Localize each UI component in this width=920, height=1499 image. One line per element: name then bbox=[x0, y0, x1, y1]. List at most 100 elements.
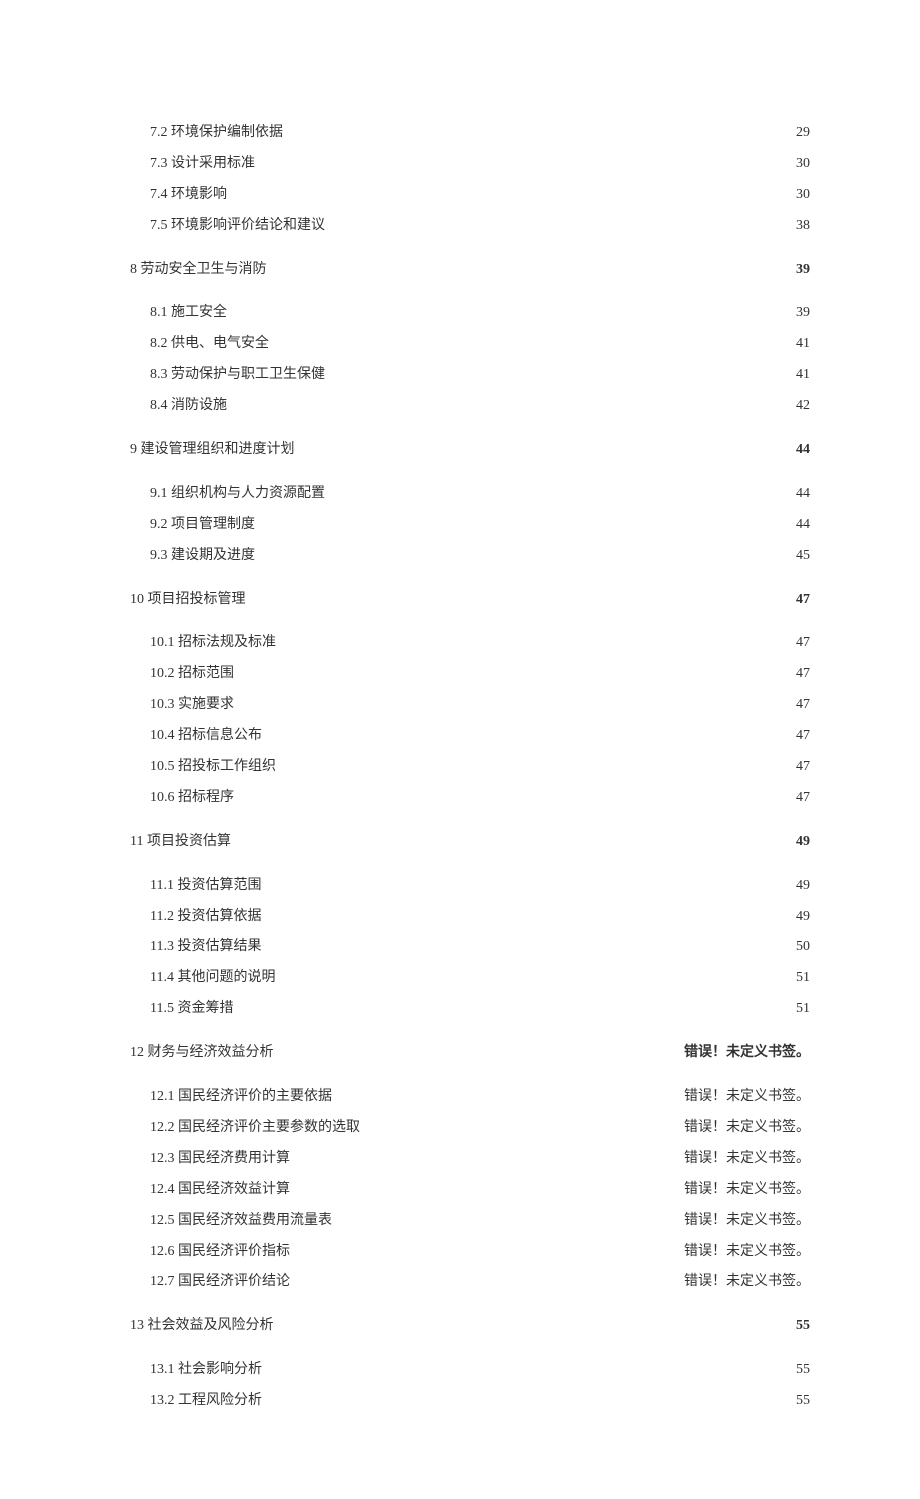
toc-leader-dots bbox=[231, 302, 792, 316]
toc-leader-dots bbox=[273, 333, 792, 347]
toc-page: 错误！未定义书签。 bbox=[684, 1269, 810, 1295]
toc-label: 8 劳动安全卫生与消防 bbox=[130, 257, 267, 283]
toc-label: 8.1 施工安全 bbox=[150, 300, 227, 326]
toc-entry: 10 项目招投标管理 47 bbox=[130, 587, 810, 613]
toc-page: 错误！未定义书签。 bbox=[684, 1146, 810, 1172]
toc-entry: 9.1 组织机构与人力资源配置 44 bbox=[150, 481, 810, 507]
toc-page: 49 bbox=[796, 873, 810, 899]
toc-entry: 12.7 国民经济评价结论 错误！未定义书签。 bbox=[150, 1269, 810, 1295]
toc-page: 44 bbox=[796, 481, 810, 507]
toc-page: 39 bbox=[796, 300, 810, 326]
toc-leader-dots bbox=[294, 1179, 680, 1193]
toc-entry: 9 建设管理组织和进度计划44 bbox=[130, 437, 810, 463]
toc-page: 错误！未定义书签。 bbox=[684, 1239, 810, 1265]
toc-leader-dots bbox=[266, 725, 792, 739]
toc-label: 10.5 招投标工作组织 bbox=[150, 754, 276, 780]
toc-page: 47 bbox=[796, 587, 810, 613]
toc-page: 45 bbox=[796, 543, 810, 569]
toc-entry: 11.2 投资估算依据49 bbox=[150, 904, 810, 930]
toc-leader-dots bbox=[259, 545, 792, 559]
toc-label: 12 财务与经济效益分析 bbox=[130, 1040, 274, 1066]
toc-label: 7.3 设计采用标准 bbox=[150, 151, 255, 177]
toc-leader-dots bbox=[266, 1359, 792, 1373]
toc-entry: 12 财务与经济效益分析 错误！未定义书签。 bbox=[130, 1040, 810, 1066]
toc-entry: 12.4 国民经济效益计算错误！未定义书签。 bbox=[150, 1177, 810, 1203]
toc-label: 7.2 环境保护编制依据 bbox=[150, 120, 283, 146]
toc-entry: 10.3 实施要求 47 bbox=[150, 692, 810, 718]
toc-label: 12.5 国民经济效益费用流量表 bbox=[150, 1208, 332, 1234]
toc-page: 29 bbox=[796, 120, 810, 146]
toc-leader-dots bbox=[278, 1315, 793, 1329]
toc-page: 55 bbox=[796, 1357, 810, 1383]
toc-label: 8.3 劳动保护与职工卫生保健 bbox=[150, 362, 325, 388]
toc-entry: 11.3 投资估算结果50 bbox=[150, 934, 810, 960]
toc-page: 错误！未定义书签。 bbox=[684, 1208, 810, 1234]
toc-entry: 13.2 工程风险分析55 bbox=[150, 1388, 810, 1414]
toc-page: 44 bbox=[796, 437, 810, 463]
toc-label: 11.1 投资估算范围 bbox=[150, 873, 261, 899]
toc-leader-dots bbox=[265, 906, 792, 920]
toc-label: 10 项目招投标管理 bbox=[130, 587, 246, 613]
toc-entry: 10.4 招标信息公布 47 bbox=[150, 723, 810, 749]
toc-entry: 10.2 招标范围47 bbox=[150, 661, 810, 687]
toc-leader-dots bbox=[336, 1210, 680, 1224]
toc-label: 10.3 实施要求 bbox=[150, 692, 234, 718]
toc-leader-dots bbox=[231, 184, 792, 198]
toc-entry: 7.4 环境影响30 bbox=[150, 182, 810, 208]
toc-leader-dots bbox=[294, 1241, 680, 1255]
toc-entry: 11 项目投资估算49 bbox=[130, 829, 810, 855]
toc-label: 11.2 投资估算依据 bbox=[150, 904, 261, 930]
toc-label: 13.1 社会影响分析 bbox=[150, 1357, 262, 1383]
toc-leader-dots bbox=[279, 967, 792, 981]
toc-page: 错误！未定义书签。 bbox=[684, 1084, 810, 1110]
toc-page: 50 bbox=[796, 934, 810, 960]
toc-entry: 8 劳动安全卫生与消防 39 bbox=[130, 257, 810, 283]
toc-label: 12.3 国民经济费用计算 bbox=[150, 1146, 290, 1172]
toc-label: 12.7 国民经济评价结论 bbox=[150, 1269, 290, 1295]
toc-page: 51 bbox=[796, 996, 810, 1022]
toc-leader-dots bbox=[250, 589, 793, 603]
toc-page: 47 bbox=[796, 754, 810, 780]
toc-page: 41 bbox=[796, 331, 810, 357]
toc-leader-dots bbox=[329, 215, 792, 229]
toc-entry: 7.3 设计采用标准30 bbox=[150, 151, 810, 177]
toc-page: 错误！未定义书签。 bbox=[684, 1115, 810, 1141]
toc-label: 10.2 招标范围 bbox=[150, 661, 234, 687]
toc-leader-dots bbox=[235, 831, 792, 845]
toc-page: 47 bbox=[796, 785, 810, 811]
toc-label: 8.4 消防设施 bbox=[150, 393, 227, 419]
toc-entry: 7.2 环境保护编制依据 29 bbox=[150, 120, 810, 146]
toc-leader-dots bbox=[280, 756, 792, 770]
toc-entry: 12.5 国民经济效益费用流量表 错误！未定义书签。 bbox=[150, 1208, 810, 1234]
toc-label: 13.2 工程风险分析 bbox=[150, 1388, 262, 1414]
toc-leader-dots bbox=[238, 694, 792, 708]
toc-leader-dots bbox=[280, 632, 792, 646]
toc-label: 11.4 其他问题的说明 bbox=[150, 965, 275, 991]
toc-page: 47 bbox=[796, 723, 810, 749]
toc-page: 错误！未定义书签。 bbox=[684, 1040, 810, 1066]
toc-entry: 9.3 建设期及进度 45 bbox=[150, 543, 810, 569]
toc-label: 10.4 招标信息公布 bbox=[150, 723, 262, 749]
toc-leader-dots bbox=[287, 122, 792, 136]
toc-leader-dots bbox=[259, 153, 792, 167]
toc-page: 39 bbox=[796, 257, 810, 283]
toc-page: 47 bbox=[796, 692, 810, 718]
toc-entry: 8.2 供电、电气安全 41 bbox=[150, 331, 810, 357]
toc-entry: 12.2 国民经济评价主要参数的选取 错误！未定义书签。 bbox=[150, 1115, 810, 1141]
toc-label: 9.3 建设期及进度 bbox=[150, 543, 255, 569]
toc-entry: 9.2 项目管理制度44 bbox=[150, 512, 810, 538]
toc-label: 9.1 组织机构与人力资源配置 bbox=[150, 481, 325, 507]
toc-entry: 13 社会效益及风险分析55 bbox=[130, 1313, 810, 1339]
toc-leader-dots bbox=[278, 1042, 681, 1056]
table-of-contents: 7.2 环境保护编制依据297.3 设计采用标准307.4 环境影响307.5 … bbox=[130, 120, 810, 1414]
toc-leader-dots bbox=[238, 787, 792, 801]
toc-label: 13 社会效益及风险分析 bbox=[130, 1313, 274, 1339]
toc-leader-dots bbox=[294, 1271, 680, 1285]
toc-label: 7.5 环境影响评价结论和建议 bbox=[150, 213, 325, 239]
toc-label: 8.2 供电、电气安全 bbox=[150, 331, 269, 357]
toc-label: 12.2 国民经济评价主要参数的选取 bbox=[150, 1115, 360, 1141]
toc-leader-dots bbox=[237, 998, 792, 1012]
toc-page: 42 bbox=[796, 393, 810, 419]
toc-page: 30 bbox=[796, 182, 810, 208]
toc-leader-dots bbox=[329, 364, 792, 378]
